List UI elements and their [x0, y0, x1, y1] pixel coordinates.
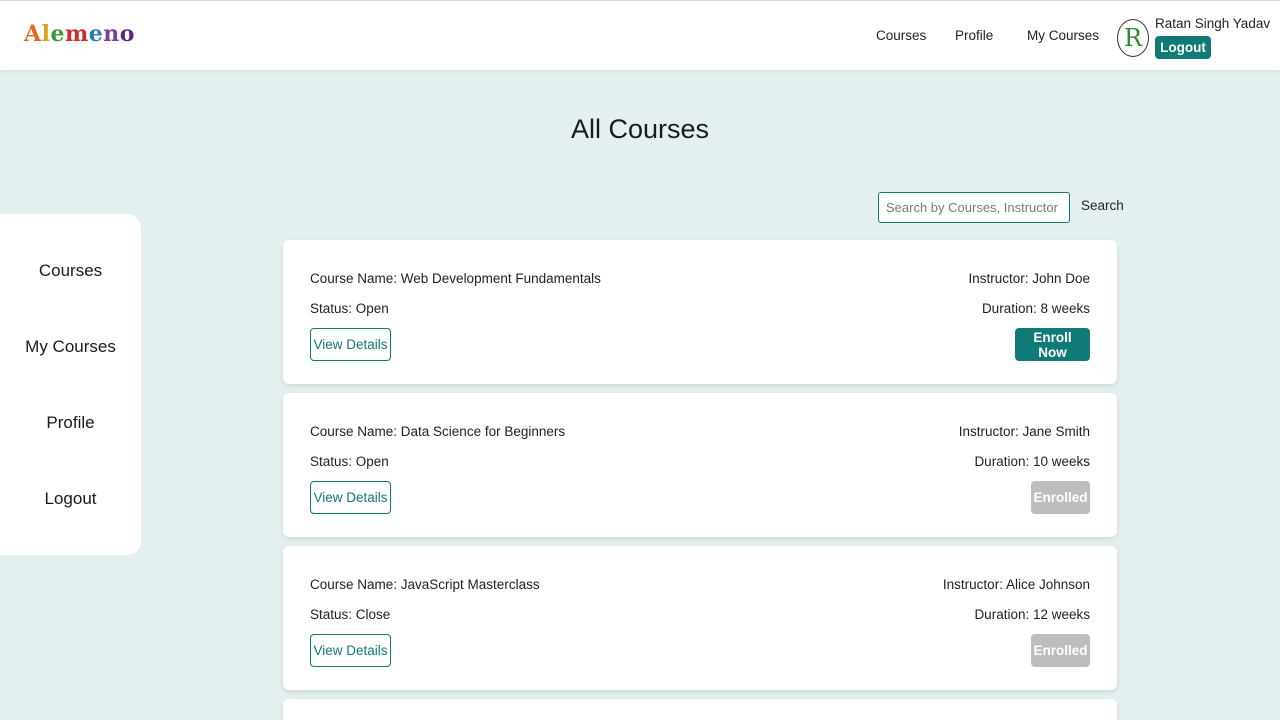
- logo-letter: n: [103, 21, 120, 47]
- header-logout-button[interactable]: Logout: [1155, 36, 1211, 59]
- course-card: Course Name: JavaScript Masterclass Stat…: [283, 546, 1117, 690]
- logo-letter: o: [119, 21, 135, 47]
- course-status: Status: Open: [310, 301, 389, 316]
- logo-letter: m: [64, 21, 89, 47]
- enrolled-button: Enrolled: [1031, 481, 1090, 514]
- avatar: R: [1117, 19, 1149, 57]
- course-duration: Duration: 12 weeks: [974, 607, 1090, 622]
- enroll-now-button[interactable]: Enroll Now: [1015, 328, 1090, 361]
- course-name: Course Name: Data Science for Beginners: [310, 424, 566, 439]
- sidebar-item-courses[interactable]: Courses: [0, 261, 141, 281]
- sidebar: Courses My Courses Profile Logout: [0, 214, 141, 555]
- enrolled-button: Enrolled: [1031, 634, 1090, 667]
- view-details-button[interactable]: View Details: [310, 328, 391, 361]
- course-instructor: Instructor: John Doe: [968, 271, 1090, 286]
- course-name: Course Name: Web Development Fundamental…: [310, 271, 601, 286]
- course-status: Status: Close: [310, 607, 391, 622]
- sidebar-item-my-courses[interactable]: My Courses: [0, 337, 141, 357]
- view-details-button[interactable]: View Details: [310, 481, 391, 514]
- course-card-partial: [283, 699, 1117, 720]
- top-navbar: Alemeno Courses Profile My Courses R Rat…: [0, 0, 1280, 70]
- course-name: Course Name: JavaScript Masterclass: [310, 577, 540, 592]
- view-details-button[interactable]: View Details: [310, 634, 391, 667]
- alemeno-logo[interactable]: Alemeno: [24, 21, 135, 47]
- sidebar-item-profile[interactable]: Profile: [0, 413, 141, 433]
- user-name: Ratan Singh Yadav: [1155, 16, 1271, 31]
- nav-link-profile[interactable]: Profile: [955, 28, 993, 43]
- course-status: Status: Open: [310, 454, 389, 469]
- sidebar-item-logout[interactable]: Logout: [0, 489, 141, 509]
- course-instructor: Instructor: Jane Smith: [958, 424, 1090, 439]
- logo-letter: A: [24, 21, 42, 47]
- course-instructor: Instructor: Alice Johnson: [942, 577, 1090, 592]
- logo-letter: e: [88, 21, 104, 47]
- course-card: Course Name: Data Science for Beginners …: [283, 393, 1117, 537]
- course-card: Course Name: Web Development Fundamental…: [283, 240, 1117, 384]
- course-duration: Duration: 10 weeks: [974, 454, 1090, 469]
- search-input[interactable]: [878, 192, 1070, 223]
- nav-link-courses[interactable]: Courses: [876, 28, 926, 43]
- logo-letter: e: [50, 21, 65, 47]
- nav-link-my-courses[interactable]: My Courses: [1027, 28, 1099, 43]
- search-button[interactable]: Search: [1081, 198, 1124, 213]
- course-duration: Duration: 8 weeks: [981, 301, 1090, 316]
- page-title: All Courses: [570, 114, 710, 144]
